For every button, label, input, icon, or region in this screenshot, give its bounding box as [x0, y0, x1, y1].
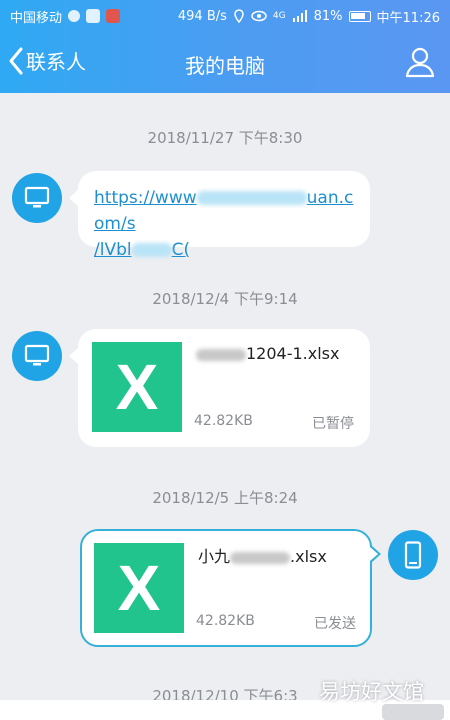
chat-area[interactable]: 2018/11/27 下午8:30 https://www uan.com/s /…	[0, 93, 450, 720]
header: 联系人 我的电脑	[0, 32, 450, 93]
monitor-icon	[24, 186, 50, 208]
timestamp: 2018/12/5 上午8:24	[152, 489, 298, 507]
battery-percent: 81%	[313, 8, 343, 24]
message-link[interactable]: https://www uan.com/s /lVbl C(	[94, 185, 356, 263]
watermark: 易坊好文馆	[319, 680, 424, 704]
file-message[interactable]: X 1204-1.xlsx 42.82KB 已暂停	[69, 329, 370, 447]
back-button[interactable]: 联系人	[8, 46, 86, 75]
file-message-sent[interactable]: X 小九 .xlsx 42.82KB 已发送	[80, 529, 381, 647]
net-speed-label: 494 B/s	[177, 8, 227, 24]
signal-icon	[292, 10, 307, 22]
battery-icon	[348, 10, 371, 22]
file-size: 42.82KB	[196, 613, 255, 629]
chevron-left-icon	[9, 47, 23, 74]
timestamp: 2018/11/27 下午8:30	[147, 129, 303, 147]
app-badge-icon	[106, 9, 121, 23]
network-type-label: 4G	[272, 11, 286, 21]
send-button[interactable]	[382, 704, 444, 720]
profile-button[interactable]	[404, 46, 436, 78]
file-status: 已暂停	[312, 416, 354, 432]
location-icon	[234, 9, 244, 23]
device-avatar[interactable]	[12, 331, 62, 381]
phone-avatar[interactable]	[388, 530, 438, 580]
app-badge-icon	[86, 9, 101, 23]
file-status: 已发送	[314, 616, 356, 632]
top-bar: 中国移动 494 B/s 4G 81% 中午11:26 联系人 我的电脑	[0, 0, 450, 93]
eye-icon	[251, 10, 267, 22]
status-bar: 中国移动 494 B/s 4G 81% 中午11:26	[0, 0, 450, 32]
file-name: 小九 .xlsx	[198, 547, 327, 566]
back-label: 联系人	[26, 50, 86, 74]
excel-file-icon: X	[92, 342, 182, 432]
phone-icon	[404, 541, 422, 569]
file-size: 42.82KB	[194, 413, 253, 429]
notification-icon	[68, 10, 81, 22]
excel-file-icon: X	[94, 543, 184, 633]
file-name: 1204-1.xlsx	[196, 344, 339, 363]
clock: 中午11:26	[376, 10, 440, 26]
timestamp: 2018/12/4 下午9:14	[152, 290, 298, 308]
person-icon	[405, 47, 435, 78]
monitor-icon	[24, 344, 50, 366]
device-avatar[interactable]	[12, 173, 62, 223]
carrier-label: 中国移动	[10, 10, 63, 26]
message-bubble[interactable]: https://www uan.com/s /lVbl C(	[69, 171, 370, 260]
